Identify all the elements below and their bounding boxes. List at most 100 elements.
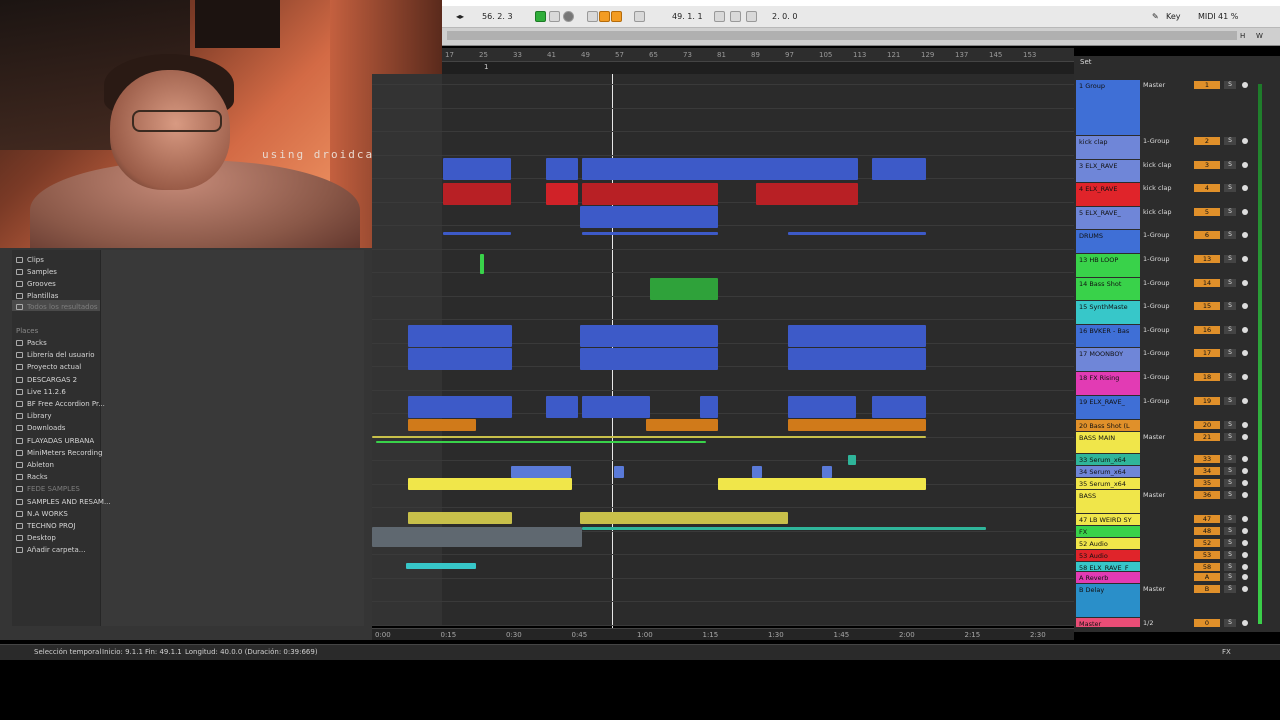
arrangement-clip[interactable]	[408, 478, 572, 490]
stop-button[interactable]	[549, 11, 560, 22]
browser-place[interactable]: Desktop	[16, 534, 56, 542]
arm-button[interactable]	[1242, 327, 1248, 333]
arrangement-clip[interactable]	[408, 419, 476, 431]
solo-button[interactable]: S	[1224, 373, 1236, 381]
track-routing[interactable]: Master	[1143, 585, 1187, 593]
fx-button[interactable]: FX	[1222, 648, 1231, 656]
track-routing[interactable]: Master	[1143, 81, 1187, 89]
solo-button[interactable]: S	[1224, 585, 1236, 593]
arm-button[interactable]	[1242, 586, 1248, 592]
arrangement-clip[interactable]	[372, 436, 926, 438]
arrangement-clip[interactable]	[718, 478, 926, 490]
browser-place[interactable]: Añadir carpeta...	[16, 546, 85, 554]
browser-category[interactable]: Clips	[16, 256, 44, 264]
arm-button[interactable]	[1242, 256, 1248, 262]
arm-button[interactable]	[1242, 564, 1248, 570]
arm-button[interactable]	[1242, 422, 1248, 428]
track-activator[interactable]: 14	[1194, 279, 1220, 287]
arm-button[interactable]	[1242, 138, 1248, 144]
track-title[interactable]: 1 Group	[1076, 80, 1140, 135]
overdub-button[interactable]	[587, 11, 598, 22]
arm-button[interactable]	[1242, 398, 1248, 404]
track-routing[interactable]: Master	[1143, 491, 1187, 499]
overview-visible-range[interactable]	[447, 31, 1237, 40]
track-title[interactable]: 33 Serum_x64	[1076, 454, 1140, 465]
browser-place[interactable]: Packs	[16, 339, 47, 347]
arrangement-clip[interactable]	[788, 325, 926, 347]
track-routing[interactable]: 1-Group	[1143, 397, 1187, 405]
solo-button[interactable]: S	[1224, 231, 1236, 239]
solo-button[interactable]: S	[1224, 81, 1236, 89]
track-activator[interactable]: 4	[1194, 184, 1220, 192]
arm-button[interactable]	[1242, 492, 1248, 498]
arm-button[interactable]	[1242, 185, 1248, 191]
browser-place[interactable]: DESCARGAS 2	[16, 376, 77, 384]
arrangement-clip[interactable]	[788, 348, 926, 370]
solo-button[interactable]: S	[1224, 619, 1236, 627]
track-title[interactable]: 3 ELX_RAVE	[1076, 160, 1140, 182]
arrangement-clip[interactable]	[700, 396, 718, 418]
track-activator[interactable]: 20	[1194, 421, 1220, 429]
track-activator[interactable]: 36	[1194, 491, 1220, 499]
arrangement-clip[interactable]	[582, 396, 650, 418]
arrangement-clip[interactable]	[788, 232, 926, 235]
browser-place[interactable]: Racks	[16, 473, 48, 481]
browser-category[interactable]: Plantillas	[16, 292, 58, 300]
track-activator[interactable]: 48	[1194, 527, 1220, 535]
arrangement-clip[interactable]	[872, 158, 926, 180]
track-activator[interactable]: 58	[1194, 563, 1220, 571]
arrangement-clip[interactable]	[582, 158, 858, 180]
arm-button[interactable]	[1242, 82, 1248, 88]
arrangement-clip[interactable]	[580, 348, 718, 370]
browser-place[interactable]: Downloads	[16, 424, 65, 432]
arrangement-clip[interactable]	[752, 466, 762, 478]
arrangement-clip[interactable]	[788, 396, 856, 418]
track-title[interactable]: 20 Bass Shot (L	[1076, 420, 1140, 431]
key-map-button[interactable]: Key	[1166, 12, 1181, 21]
solo-button[interactable]: S	[1224, 455, 1236, 463]
track-activator[interactable]: 19	[1194, 397, 1220, 405]
arrangement-clip[interactable]	[443, 158, 511, 180]
solo-button[interactable]: S	[1224, 573, 1236, 581]
solo-button[interactable]: S	[1224, 208, 1236, 216]
arm-button[interactable]	[1242, 574, 1248, 580]
solo-button[interactable]: S	[1224, 161, 1236, 169]
arrangement-clip[interactable]	[756, 183, 858, 205]
hw-h-button[interactable]: H	[1240, 32, 1245, 40]
track-title[interactable]: 53 Audio	[1076, 550, 1140, 561]
browser-place[interactable]: Librería del usuario	[16, 351, 95, 359]
browser-place[interactable]: MiniMeters Recording	[16, 449, 103, 457]
track-activator[interactable]: 5	[1194, 208, 1220, 216]
track-title[interactable]: kick clap	[1076, 136, 1140, 159]
arrangement-clip[interactable]	[788, 419, 926, 431]
track-routing[interactable]: 1-Group	[1143, 137, 1187, 145]
arrangement-clip[interactable]	[372, 527, 582, 547]
solo-button[interactable]: S	[1224, 527, 1236, 535]
track-title[interactable]: A Reverb	[1076, 572, 1140, 583]
track-routing[interactable]: 1-Group	[1143, 349, 1187, 357]
track-activator[interactable]: 3	[1194, 161, 1220, 169]
capture-midi-button[interactable]	[634, 11, 645, 22]
arm-button[interactable]	[1242, 280, 1248, 286]
browser-place[interactable]: BF Free Accordion Pr...	[16, 400, 105, 408]
loop-start[interactable]: 49. 1. 1	[672, 12, 703, 21]
draw-mode-icon[interactable]: ✎	[1152, 12, 1159, 21]
track-activator[interactable]: 47	[1194, 515, 1220, 523]
session-record-button[interactable]	[611, 11, 622, 22]
arrangement-clip[interactable]	[848, 455, 856, 465]
track-activator[interactable]: 52	[1194, 539, 1220, 547]
arm-button[interactable]	[1242, 350, 1248, 356]
browser-place[interactable]: N.A WORKS	[16, 510, 68, 518]
hw-w-button[interactable]: W	[1256, 32, 1263, 40]
arrangement-clip[interactable]	[480, 254, 484, 274]
arm-button[interactable]	[1242, 528, 1248, 534]
track-activator[interactable]: A	[1194, 573, 1220, 581]
track-activator[interactable]: 34	[1194, 467, 1220, 475]
midi-map-button[interactable]: MIDI	[1198, 12, 1216, 21]
arrangement-clip[interactable]	[511, 466, 571, 478]
record-button[interactable]	[563, 11, 574, 22]
track-routing[interactable]: 1-Group	[1143, 373, 1187, 381]
track-title[interactable]: Master	[1076, 618, 1140, 627]
arrangement-clip[interactable]	[582, 527, 986, 530]
track-routing[interactable]: kick clap	[1143, 161, 1187, 169]
